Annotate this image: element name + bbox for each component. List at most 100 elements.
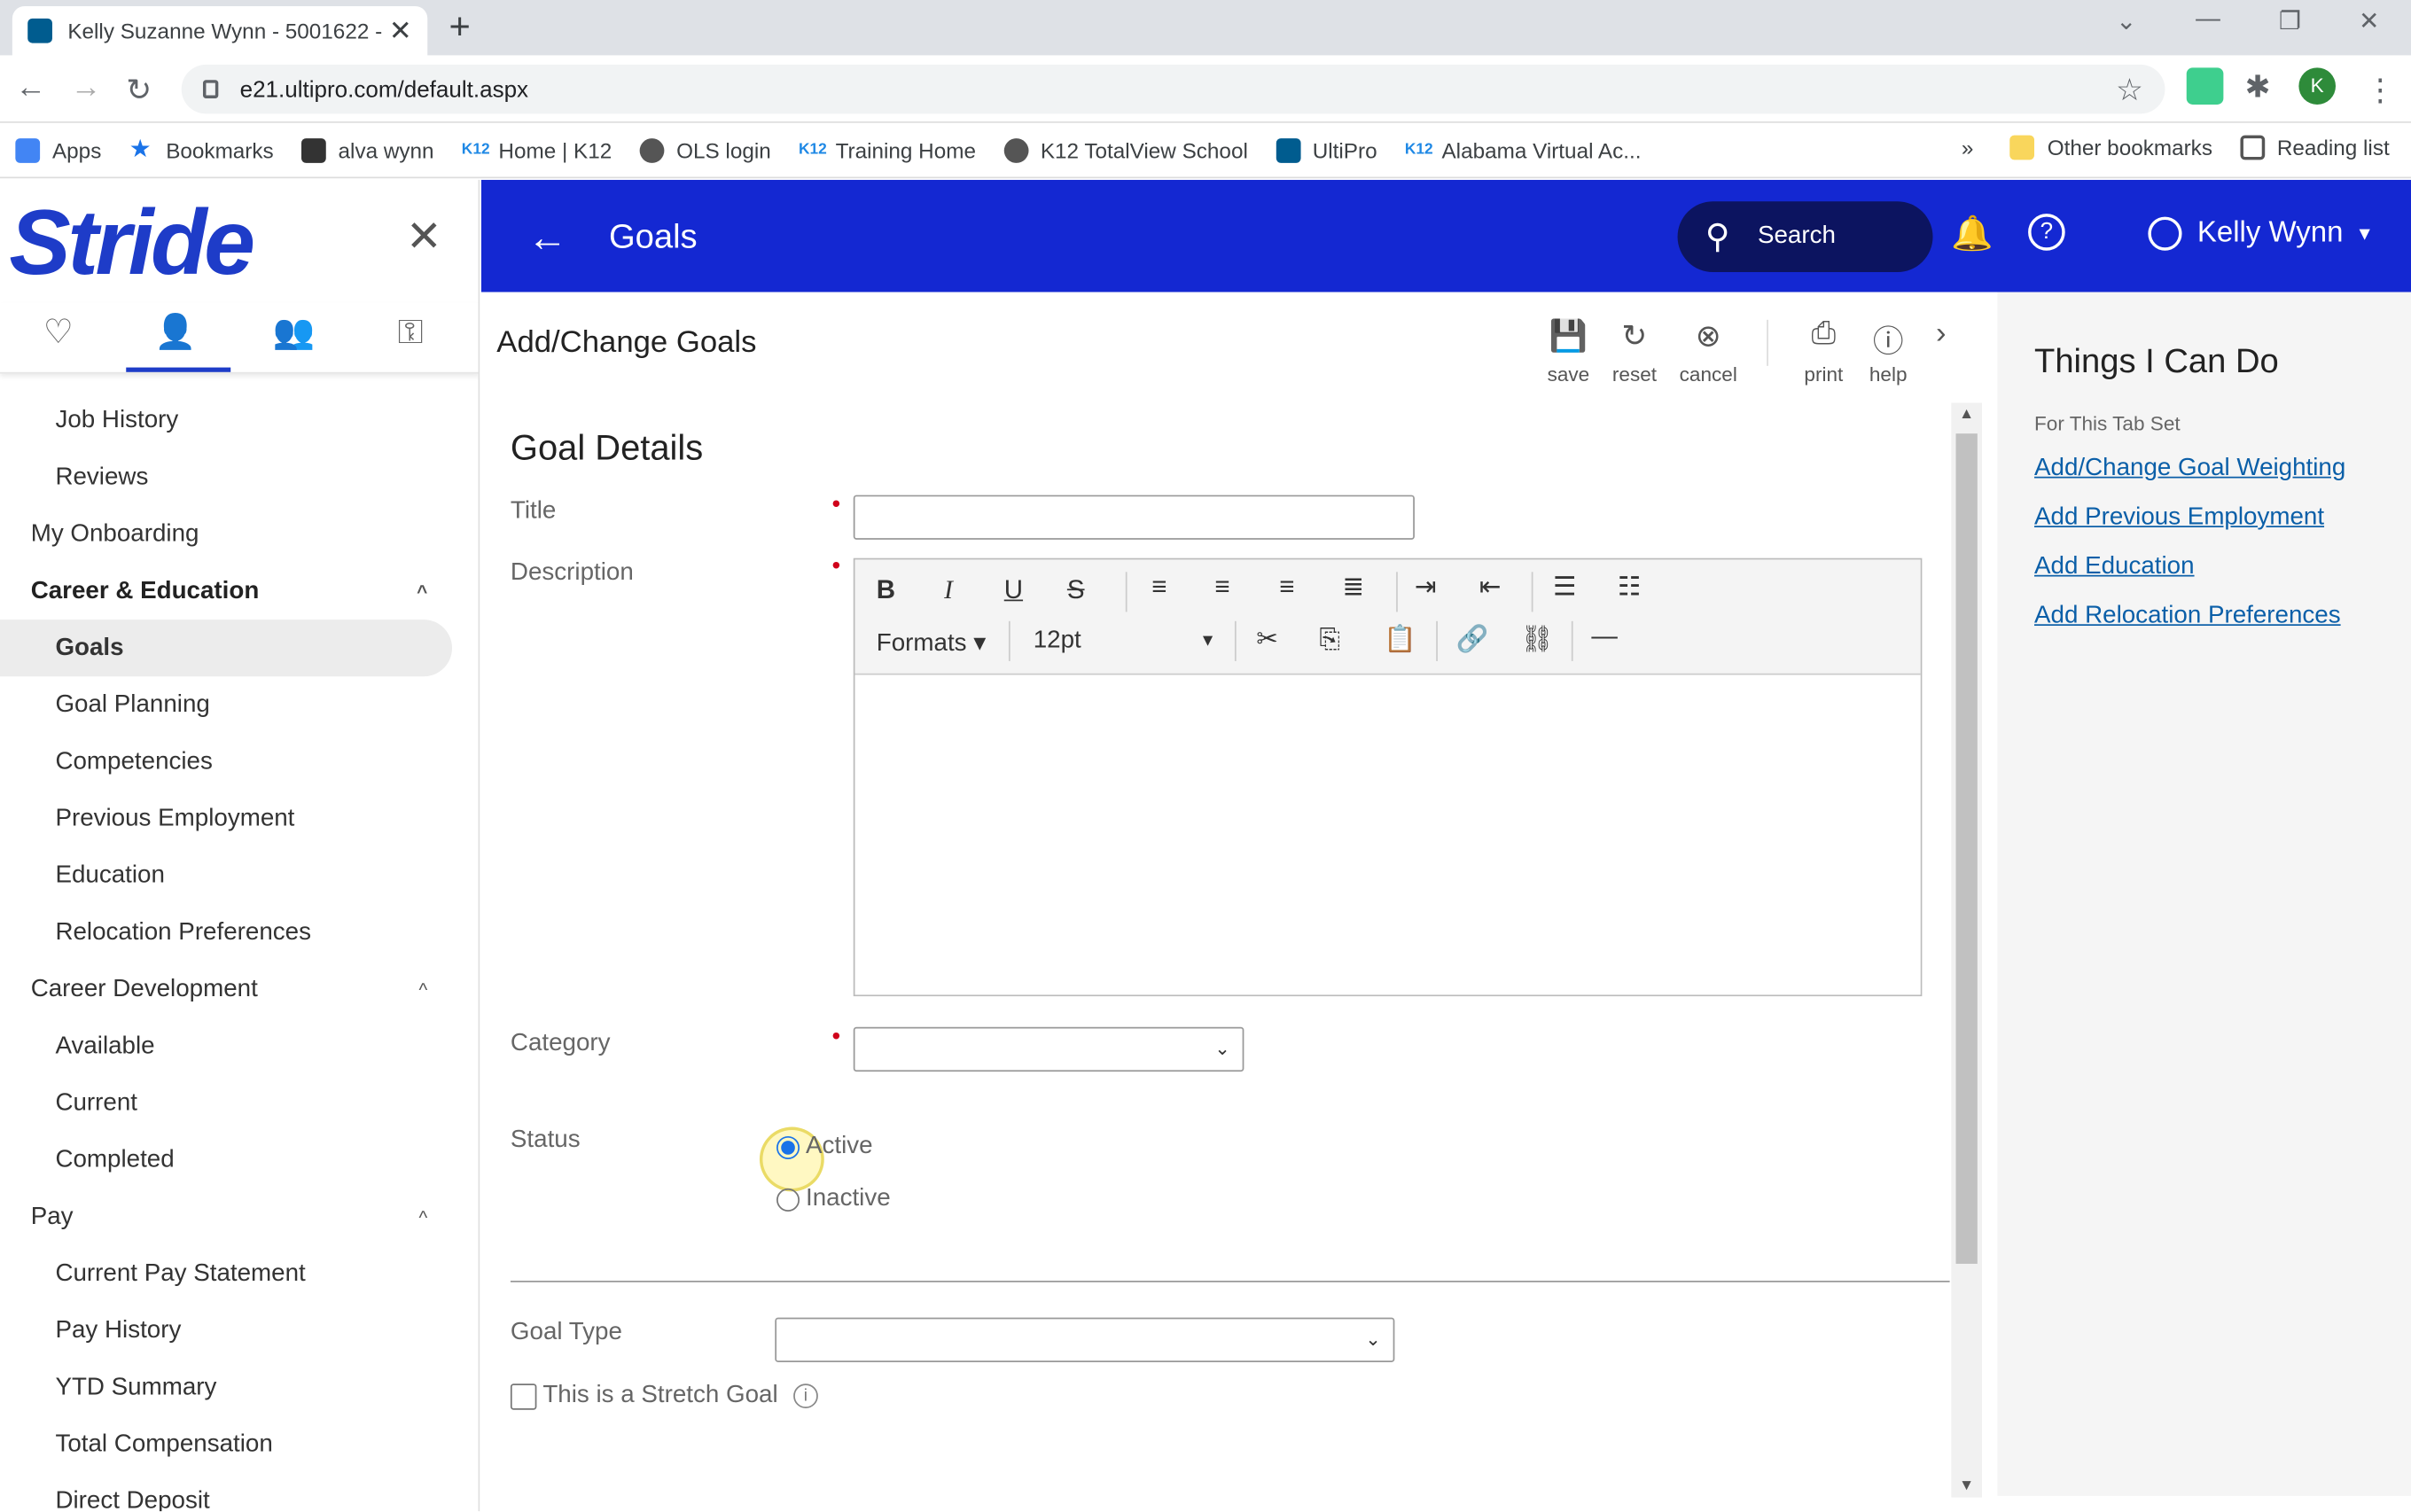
font-size-dropdown[interactable]: 12pt ▼ [1034, 627, 1218, 655]
sidebar-item-career-development[interactable]: Career Development ^ [0, 961, 478, 1017]
favorites-heart-icon[interactable]: ♡ [25, 312, 92, 352]
link-icon[interactable]: 🔗 [1456, 624, 1489, 655]
strikethrough-icon[interactable]: S [1067, 575, 1085, 606]
chevron-up-icon[interactable]: ^ [418, 978, 427, 1000]
info-icon[interactable]: i [793, 1383, 818, 1408]
browser-tab[interactable]: Kelly Suzanne Wynn - 5001622 - ✕ [12, 5, 428, 56]
bookmark-ols-login[interactable]: OLS login [639, 137, 771, 163]
bullet-list-icon[interactable]: ☰ [1553, 572, 1576, 603]
outdent-icon[interactable]: ⇤ [1479, 572, 1502, 603]
profile-avatar[interactable]: K [2298, 67, 2337, 105]
align-center-icon[interactable]: ≡ [1214, 572, 1229, 603]
reading-list[interactable]: Reading list [2240, 135, 2390, 160]
bookmark-ultipro[interactable]: UltiPro [1276, 137, 1377, 163]
chevron-right-icon[interactable]: › [1936, 316, 1947, 352]
forward-icon[interactable]: → [71, 71, 102, 106]
sidebar-item-previous-employment[interactable]: Previous Employment [0, 791, 478, 847]
sidebar-item-completed[interactable]: Completed [0, 1132, 478, 1189]
bookmark-alabama-virtual[interactable]: K12 Alabama Virtual Ac... [1405, 137, 1642, 162]
stretch-goal-checkbox[interactable] [510, 1383, 537, 1409]
unlink-icon[interactable]: ⛓ [1521, 624, 1554, 655]
scroll-down-icon[interactable]: ▼ [1959, 1477, 1974, 1494]
bookmark-home-k12[interactable]: K12 Home | K12 [462, 137, 612, 162]
sidebar-item-relocation-preferences[interactable]: Relocation Preferences [0, 904, 478, 961]
radio-button[interactable] [776, 1135, 800, 1159]
help-icon[interactable]: ? [2028, 214, 2065, 251]
bookmark-bookmarks[interactable]: ★ Bookmarks [129, 136, 274, 162]
scroll-up-icon[interactable]: ▲ [1959, 406, 1974, 423]
restore-icon[interactable]: ❐ [2279, 6, 2301, 37]
sidebar-item-career-education[interactable]: Career & Education ^ [0, 563, 478, 620]
person-key-icon[interactable]: ⚿ [377, 312, 444, 352]
extensions-puzzle-icon[interactable]: ✱ [2245, 67, 2271, 105]
sidebar-item-goal-planning[interactable]: Goal Planning [0, 676, 478, 733]
numbered-list-icon[interactable]: ☷ [1618, 572, 1641, 603]
url-field[interactable]: e21.ultipro.com/default.aspx ☆ [181, 64, 2165, 114]
bookmark-star-icon[interactable]: ☆ [2116, 70, 2143, 108]
category-select[interactable]: ⌄ [853, 1026, 1245, 1072]
sidebar-item-education[interactable]: Education [0, 847, 478, 904]
sidebar-item-direct-deposit[interactable]: Direct Deposit [0, 1473, 478, 1511]
scrollbar-thumb[interactable] [1955, 433, 1978, 1264]
help-button[interactable]: ⓘ help [1854, 316, 1922, 386]
chevron-up-icon[interactable]: ^ [418, 1206, 427, 1228]
sidebar-item-available[interactable]: Available [0, 1017, 478, 1074]
stretch-goal-checkbox-row[interactable]: This is a Stretch Goal i [510, 1382, 818, 1409]
align-justify-icon[interactable]: ≣ [1342, 572, 1364, 603]
italic-icon[interactable]: I [944, 575, 953, 606]
sidebar-item-pay[interactable]: Pay ^ [0, 1189, 478, 1245]
align-right-icon[interactable]: ≡ [1279, 572, 1294, 603]
status-radio-active[interactable]: Active [776, 1133, 873, 1160]
more-bookmarks-icon[interactable]: » [1962, 136, 1974, 160]
myself-person-icon[interactable]: 👤 [126, 312, 231, 372]
close-sidebar-icon[interactable]: ✕ [406, 211, 442, 261]
copy-icon[interactable]: ⎘ [1319, 624, 1340, 655]
chevron-up-icon[interactable]: ^ [417, 581, 427, 602]
sidebar-item-goals[interactable]: Goals [0, 620, 453, 677]
sidebar-item-total-compensation[interactable]: Total Compensation [0, 1416, 478, 1473]
horizontal-rule-icon[interactable]: — [1591, 621, 1617, 652]
sidebar-item-reviews[interactable]: Reviews [0, 449, 478, 506]
user-menu[interactable]: Kelly Wynn ▼ [2148, 216, 2374, 251]
team-people-icon[interactable]: 👥 [260, 312, 327, 352]
sidebar-item-competencies[interactable]: Competencies [0, 733, 478, 790]
back-icon[interactable]: ← [15, 71, 46, 106]
reload-icon[interactable]: ↻ [126, 71, 152, 109]
close-tab-icon[interactable]: ✕ [389, 14, 412, 46]
sidebar-item-current[interactable]: Current [0, 1075, 478, 1132]
notifications-bell-icon[interactable]: 🔔 [1951, 214, 1994, 253]
underline-icon[interactable]: U [1004, 575, 1023, 606]
browser-menu-icon[interactable]: ⋮ [2365, 71, 2396, 109]
sidebar-item-job-history[interactable]: Job History [0, 392, 478, 448]
cancel-button[interactable]: ⊗ cancel [1674, 316, 1742, 386]
sidebar-item-my-onboarding[interactable]: My Onboarding [0, 506, 478, 563]
minimize-icon[interactable]: — [2196, 6, 2220, 34]
align-left-icon[interactable]: ≡ [1151, 572, 1166, 603]
search-button[interactable]: ⚲ Search [1677, 201, 1933, 273]
cut-scissors-icon[interactable]: ✂ [1256, 624, 1278, 655]
paste-icon[interactable]: 📋 [1384, 624, 1416, 655]
back-arrow-icon[interactable]: ← [527, 214, 567, 261]
tab-search-icon[interactable]: ⌄ [2116, 6, 2136, 37]
link-add-previous-employment[interactable]: Add Previous Employment [2034, 504, 2324, 532]
bookmark-apps[interactable]: Apps [15, 137, 101, 163]
new-tab-icon[interactable]: + [449, 6, 471, 50]
sidebar-item-ytd-summary[interactable]: YTD Summary [0, 1359, 478, 1415]
bold-icon[interactable]: B [877, 575, 895, 606]
status-radio-inactive[interactable]: Inactive [776, 1185, 891, 1212]
goal-type-select[interactable]: ⌄ [775, 1317, 1395, 1362]
save-button[interactable]: 💾 save [1534, 316, 1602, 386]
link-add-relocation-preferences[interactable]: Add Relocation Preferences [2034, 603, 2341, 630]
editor-body[interactable] [854, 674, 1921, 995]
title-input[interactable] [853, 495, 1415, 540]
extension-icon[interactable] [2186, 67, 2224, 105]
close-window-icon[interactable]: ✕ [2359, 6, 2379, 37]
bookmark-k12-totalview[interactable]: K12 TotalView School [1003, 137, 1248, 163]
sidebar-item-current-pay-statement[interactable]: Current Pay Statement [0, 1245, 478, 1302]
bookmark-alva-wynn[interactable]: alva wynn [300, 137, 434, 163]
link-add-change-goal-weighting[interactable]: Add/Change Goal Weighting [2034, 455, 2345, 482]
radio-button[interactable] [776, 1188, 800, 1212]
print-button[interactable]: ⎙ print [1790, 316, 1857, 386]
indent-icon[interactable]: ⇥ [1415, 572, 1437, 603]
reset-button[interactable]: ↻ reset [1601, 316, 1668, 386]
